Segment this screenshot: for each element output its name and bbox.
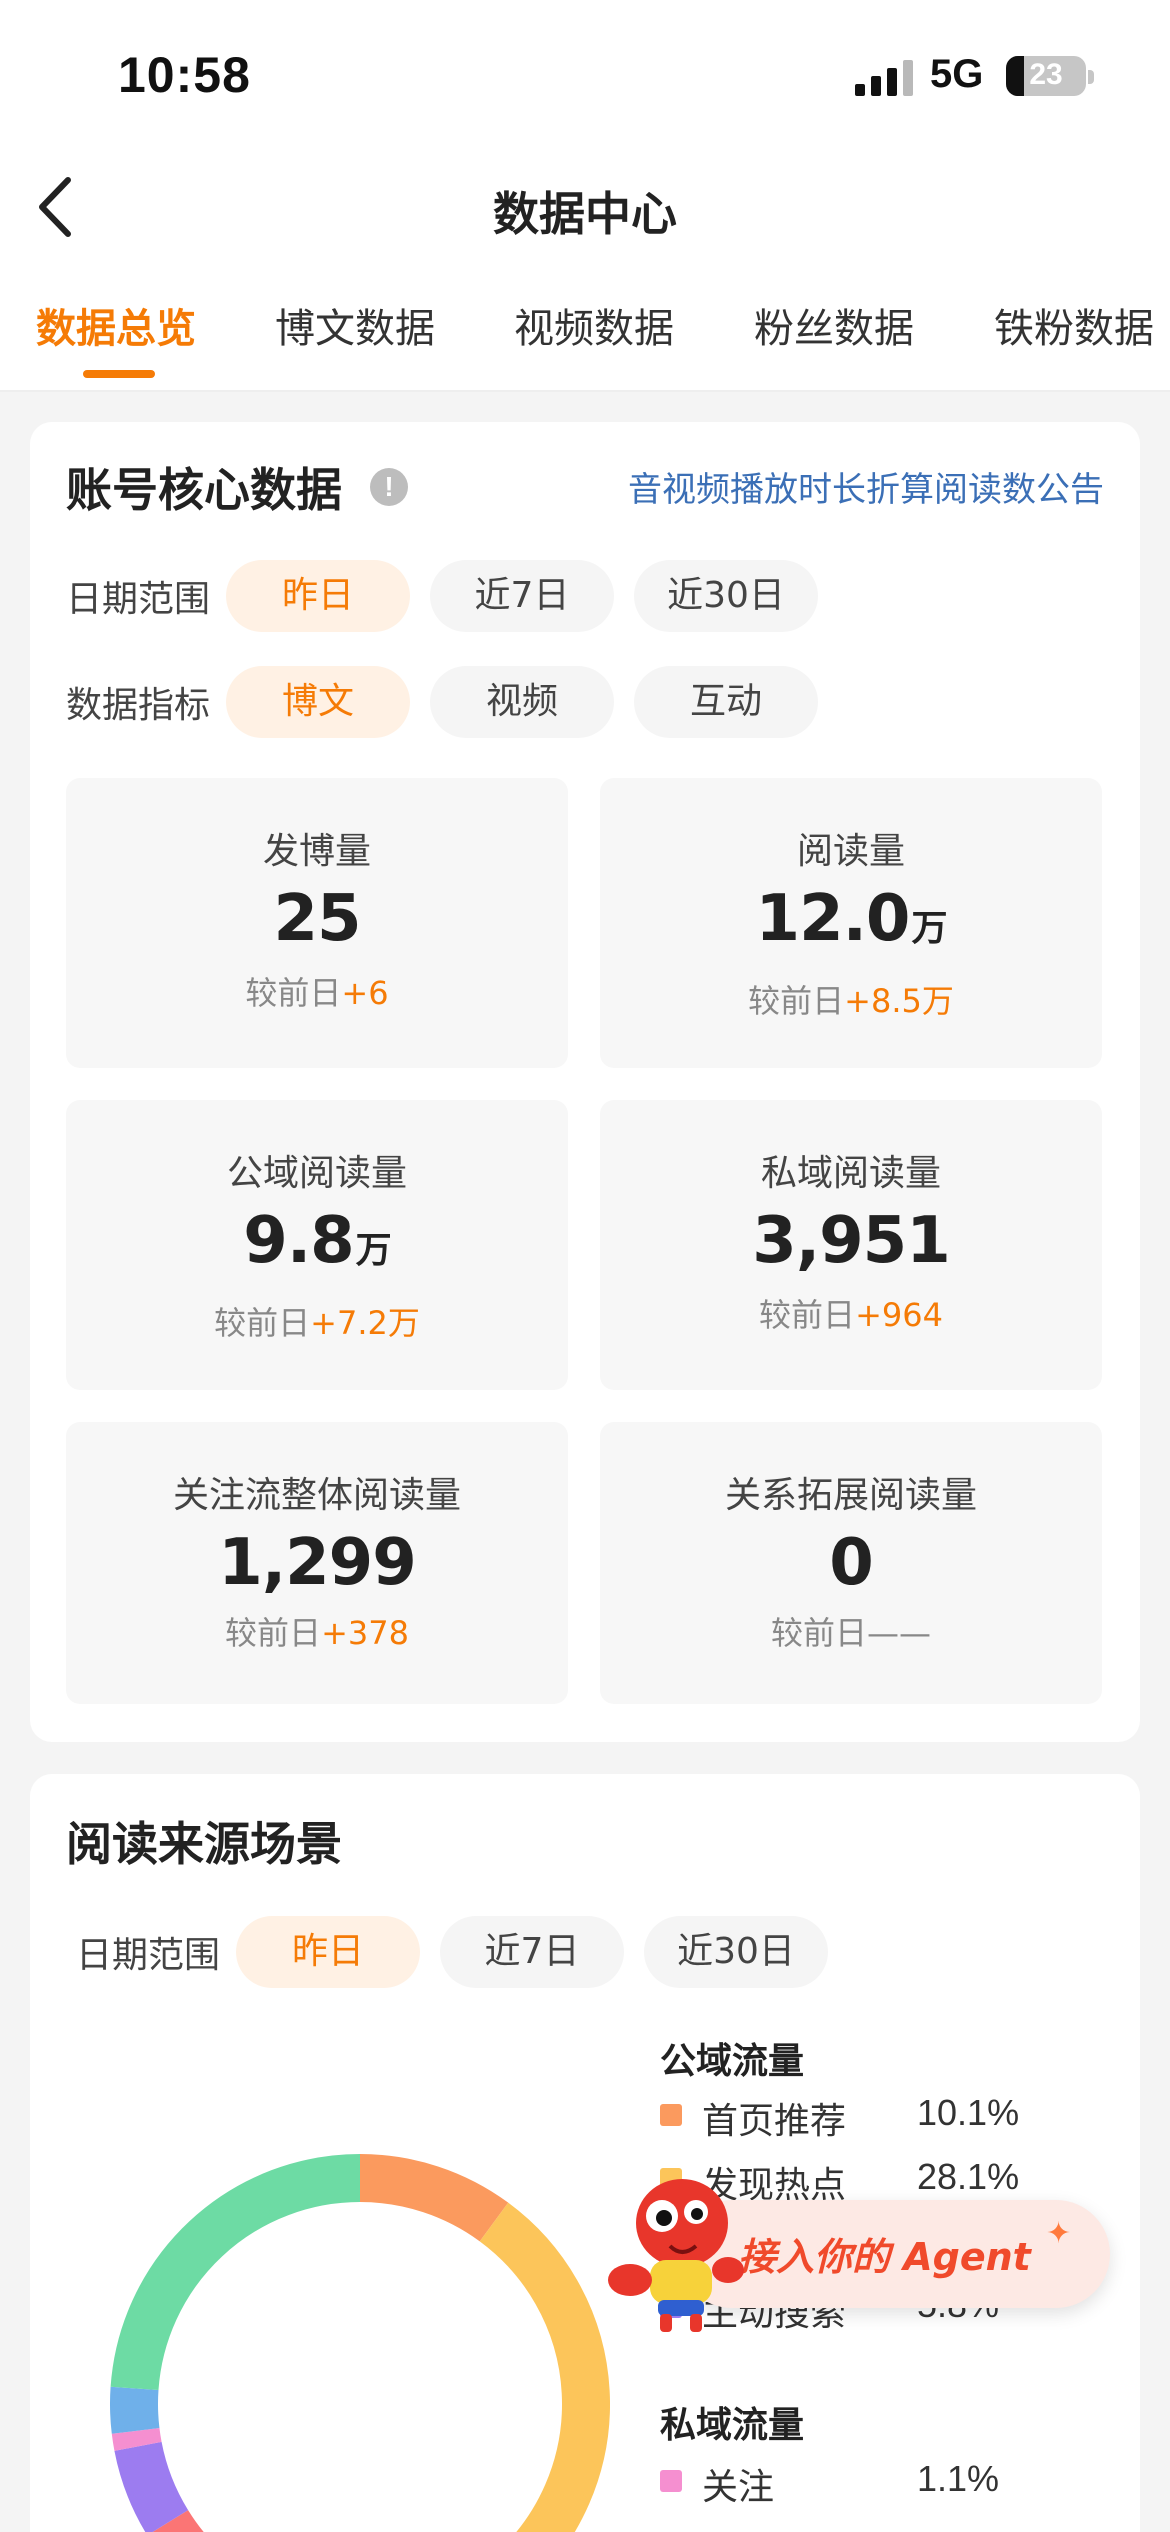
metric-label: 公域阅读量 bbox=[226, 1153, 407, 1194]
metric-value: 25 bbox=[273, 882, 361, 956]
top-header-area: 10:58 5G 23 数据中心 数据总览 博文数据 视频数据 粉丝数据 铁粉数… bbox=[0, 0, 1170, 392]
metric-value: 9.8万 bbox=[243, 1204, 391, 1278]
tab-posts[interactable]: 博文数据 bbox=[275, 296, 435, 354]
public-traffic-title: 公域流量 bbox=[660, 2041, 805, 2082]
active-tab-indicator bbox=[83, 370, 155, 378]
battery-level: 23 bbox=[1029, 58, 1063, 91]
metric-compare: 较前日—— bbox=[770, 1614, 931, 1652]
signal-icon bbox=[855, 60, 913, 96]
metric-label: 私域阅读量 bbox=[760, 1153, 941, 1194]
metric-compare: 较前日+7.2万 bbox=[214, 1304, 420, 1342]
tab-fans[interactable]: 粉丝数据 bbox=[754, 296, 914, 354]
metric-chip-video[interactable]: 视频 bbox=[430, 666, 614, 738]
read-sources-title: 阅读来源场景 bbox=[66, 1817, 342, 1871]
legend-swatch bbox=[660, 2104, 682, 2126]
page-title: 数据中心 bbox=[493, 187, 677, 241]
metric-compare: 较前日+8.5万 bbox=[748, 982, 954, 1020]
metric-follow-feed-reads[interactable]: 关注流整体阅读量 1,299 较前日+378 bbox=[66, 1422, 568, 1704]
metric-public-reads[interactable]: 公域阅读量 9.8万 较前日+7.2万 bbox=[66, 1100, 568, 1390]
legend-percent: 10.1% bbox=[917, 2092, 1020, 2133]
donut-slice-6[interactable] bbox=[110, 2154, 361, 2391]
legend-name: 首页推荐 bbox=[702, 2101, 847, 2142]
status-time: 10:58 bbox=[118, 47, 251, 103]
donut-slice-1[interactable] bbox=[479, 2202, 610, 2532]
date-chip-yesterday[interactable]: 昨日 bbox=[226, 560, 410, 632]
metric-label: 发博量 bbox=[262, 831, 371, 872]
metric-value: 1,299 bbox=[218, 1526, 416, 1600]
core-data-title: 账号核心数据 bbox=[66, 463, 342, 517]
metric-label: 关系拓展阅读量 bbox=[724, 1475, 977, 1516]
network-type: 5G bbox=[930, 52, 984, 96]
metric-relation-reads[interactable]: 关系拓展阅读量 0 较前日—— bbox=[600, 1422, 1102, 1704]
metric-value: 12.0万 bbox=[755, 882, 948, 956]
sparkle-icon: ✦ bbox=[1046, 2216, 1072, 2251]
page: 10:58 5G 23 数据中心 数据总览 博文数据 视频数据 粉丝数据 铁粉数… bbox=[0, 0, 1170, 2532]
metric-posts-count[interactable]: 发博量 25 较前日+6 bbox=[66, 778, 568, 1068]
source-date-chip-7d[interactable]: 近7日 bbox=[440, 1916, 624, 1988]
metric-label: 阅读量 bbox=[796, 831, 905, 872]
donut-slice-0[interactable] bbox=[359, 2154, 509, 2242]
metric-value: 3,951 bbox=[752, 1204, 950, 1278]
metric-compare: 较前日+6 bbox=[245, 974, 389, 1012]
source-date-chip-yesterday[interactable]: 昨日 bbox=[236, 1916, 420, 1988]
metric-label: 关注流整体阅读量 bbox=[172, 1475, 461, 1516]
date-range-label: 日期范围 bbox=[76, 1935, 221, 1976]
header-divider bbox=[0, 390, 1170, 392]
tab-videos[interactable]: 视频数据 bbox=[514, 296, 674, 354]
legend-percent: 1.1% bbox=[917, 2458, 1000, 2499]
metric-value: 0 bbox=[829, 1526, 874, 1600]
notice-link[interactable]: 音视频播放时长折算阅读数公告 bbox=[628, 462, 1104, 511]
metric-reads[interactable]: 阅读量 12.0万 较前日+8.5万 bbox=[600, 778, 1102, 1068]
donut-slice-4[interactable] bbox=[111, 2427, 162, 2451]
donut-slice-5[interactable] bbox=[110, 2386, 160, 2434]
private-traffic-title: 私域流量 bbox=[660, 2405, 805, 2446]
metric-compare: 较前日+964 bbox=[759, 1296, 943, 1334]
legend-name: 关注 bbox=[702, 2467, 775, 2508]
agent-button-label: 接入你的 Agent bbox=[738, 2235, 1031, 2279]
source-date-chip-30d[interactable]: 近30日 bbox=[644, 1916, 828, 1988]
legend-item-home-recommend: 首页推荐 10.1% bbox=[660, 2092, 1060, 2142]
donut-slice-3[interactable] bbox=[114, 2441, 189, 2532]
battery-icon: 23 bbox=[1006, 56, 1086, 96]
metric-type-label: 数据指标 bbox=[66, 685, 211, 726]
metric-chip-posts[interactable]: 博文 bbox=[226, 666, 410, 738]
metric-chip-interaction[interactable]: 互动 bbox=[634, 666, 818, 738]
info-icon[interactable]: ! bbox=[370, 468, 408, 506]
donut-slice-2[interactable] bbox=[152, 2509, 513, 2532]
tab-iron-fans[interactable]: 铁粉数据 bbox=[994, 296, 1154, 354]
date-chip-30d[interactable]: 近30日 bbox=[634, 560, 818, 632]
read-sources-card: 阅读来源场景 日期范围 昨日 近7日 近30日 公域流量 首页推荐 10.1% … bbox=[30, 1774, 1140, 2532]
read-source-donut-chart[interactable] bbox=[110, 2154, 610, 2532]
metric-compare: 较前日+378 bbox=[225, 1614, 409, 1652]
date-range-label: 日期范围 bbox=[66, 579, 211, 620]
legend-swatch bbox=[660, 2470, 682, 2492]
mascot-icon[interactable] bbox=[600, 2168, 750, 2338]
tab-overview[interactable]: 数据总览 bbox=[36, 296, 196, 354]
date-chip-7d[interactable]: 近7日 bbox=[430, 560, 614, 632]
legend-item-follow: 关注 1.1% bbox=[660, 2458, 1060, 2508]
legend-percent: 28.1% bbox=[917, 2156, 1020, 2197]
tab-bar: 数据总览 博文数据 视频数据 粉丝数据 铁粉数据 bbox=[0, 296, 1170, 392]
battery-tip bbox=[1088, 70, 1094, 84]
metric-private-reads[interactable]: 私域阅读量 3,951 较前日+964 bbox=[600, 1100, 1102, 1390]
core-data-card: 账号核心数据 ! 音视频播放时长折算阅读数公告 日期范围 昨日 近7日 近30日… bbox=[30, 422, 1140, 1742]
